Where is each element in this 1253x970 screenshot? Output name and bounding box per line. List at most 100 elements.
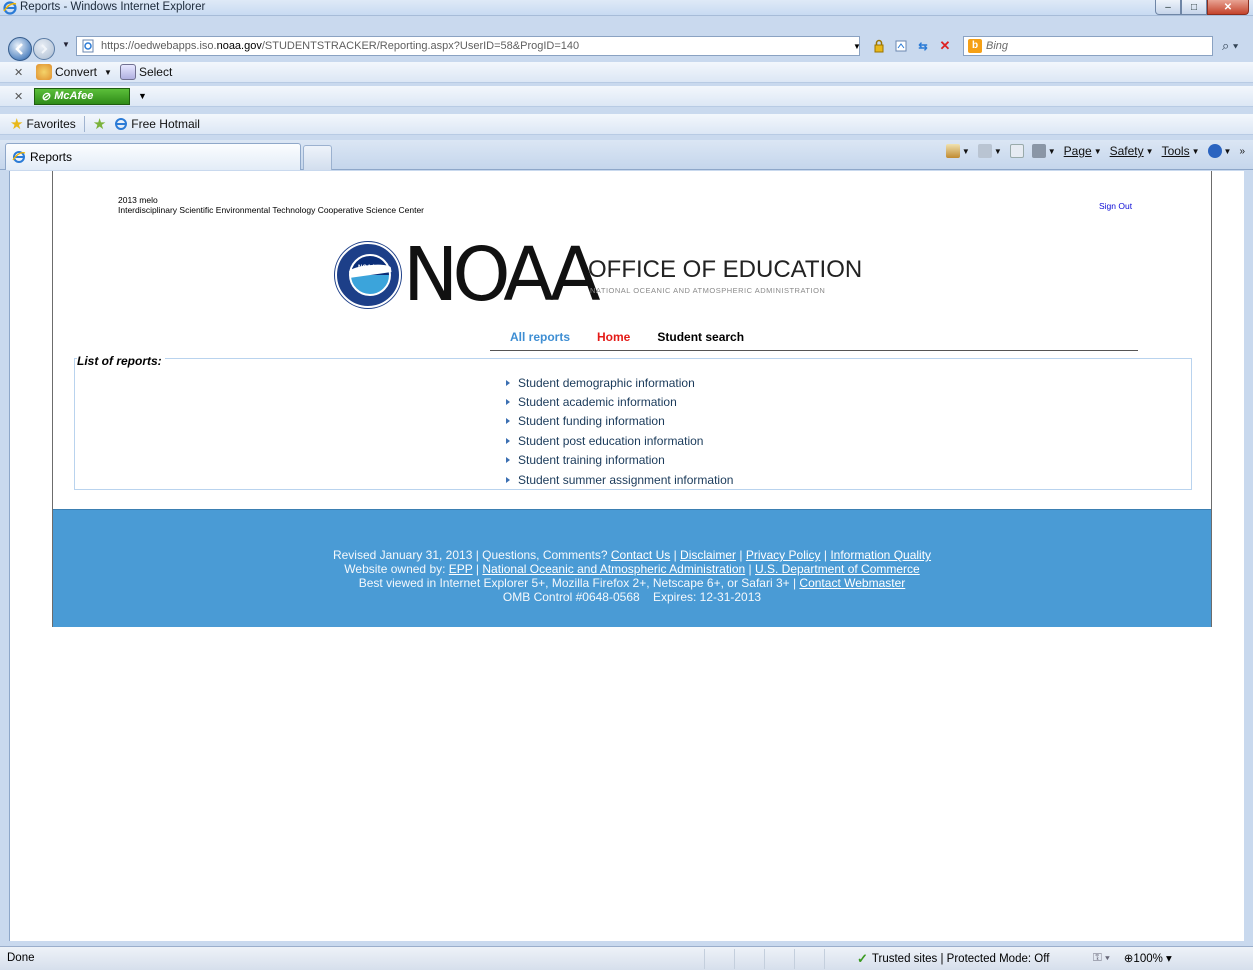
favorites-label: Favorites	[26, 117, 76, 131]
contact-us-link[interactable]: Contact Us	[611, 548, 670, 562]
tab-row: Reports ▼ ▼ ▼ Page ▼ Safety ▼ Tools ▼ ▼ »	[0, 140, 1253, 170]
new-tab-button[interactable]	[303, 145, 332, 170]
reports-fieldset: List of reports: Student demographic inf…	[74, 354, 1192, 490]
mcafee-check-icon: ⊘	[41, 90, 51, 103]
noaa-link[interactable]: National Oceanic and Atmospheric Adminis…	[482, 562, 745, 576]
maximize-button[interactable]: □	[1181, 0, 1207, 15]
report-item-training[interactable]: Student training information	[506, 451, 733, 470]
report-item-academic[interactable]: Student academic information	[506, 392, 733, 411]
ie-logo-icon	[3, 1, 17, 15]
back-button[interactable]	[8, 37, 32, 61]
stop-icon[interactable]: ✕	[936, 37, 954, 55]
information-quality-link[interactable]: Information Quality	[830, 548, 931, 562]
favorites-star-icon: ★	[10, 116, 24, 133]
mail-icon	[1009, 144, 1024, 158]
disclaimer-link[interactable]: Disclaimer	[680, 548, 736, 562]
logo-subtitle: NATIONAL OCEANIC AND ATMOSPHERIC ADMINIS…	[590, 286, 826, 295]
mcafee-label: McAfee	[54, 90, 94, 102]
ie-tab-icon	[12, 151, 26, 163]
tools-menu[interactable]: Tools ▼	[1162, 144, 1200, 158]
tab-reports[interactable]: Reports	[5, 143, 301, 170]
user-name: 2013 melo	[118, 195, 158, 205]
forward-button[interactable]	[33, 38, 55, 60]
status-bar: Done ✓ Trusted sites | Protected Mode: O…	[0, 946, 1253, 970]
select-label: Select	[138, 65, 173, 79]
epp-link[interactable]: EPP	[449, 562, 473, 576]
report-item-demographic[interactable]: Student demographic information	[506, 373, 733, 392]
bullet-arrow-icon	[506, 399, 510, 406]
address-dropdown-icon[interactable]: ▼	[848, 37, 866, 55]
convert-button[interactable]: Convert ▼	[36, 64, 112, 80]
add-favorite-icon: ★	[92, 116, 107, 133]
lock-icon[interactable]	[870, 37, 888, 55]
forward-arrow-icon	[41, 44, 48, 54]
footer-omb: OMB Control #0648-0568 Expires: 12-31-20…	[502, 590, 762, 604]
report-item-funding[interactable]: Student funding information	[506, 412, 733, 431]
safety-menu[interactable]: Safety ▼	[1110, 144, 1154, 158]
address-bar[interactable]: https://oedwebapps.iso.noaa.gov/STUDENTS…	[76, 36, 860, 56]
security-zone[interactable]: ✓ Trusted sites | Protected Mode: Off	[857, 951, 1049, 967]
window-controls: – □ ✕	[1155, 0, 1249, 16]
favorites-button[interactable]: ★ Favorites	[10, 115, 76, 133]
select-button[interactable]: Select	[119, 64, 173, 80]
minimize-button[interactable]: –	[1155, 0, 1181, 15]
add-to-favorites-bar-button[interactable]: ★	[93, 115, 106, 133]
noaa-office-of-education-logo: NOAA NOAA OFFICE OF EDUCATION NATIONAL O…	[335, 232, 895, 318]
search-icon[interactable]: ⌕ ▾	[1222, 38, 1238, 54]
bing-icon: b	[968, 39, 982, 53]
search-box[interactable]: b Bing	[963, 36, 1213, 56]
privacy-policy-link[interactable]: Privacy Policy	[746, 548, 821, 562]
home-button[interactable]: ▼	[945, 144, 970, 158]
toolbar-close-icon[interactable]: ✕	[14, 66, 28, 79]
mcafee-toolbar: ✕ ⊘ McAfee ▼	[0, 86, 1253, 107]
sign-out-link[interactable]: Sign Out	[1099, 201, 1132, 211]
organization-name: Interdisciplinary Scientific Environment…	[118, 205, 424, 215]
adobe-toolbar: ✕ Convert ▼ Select	[0, 62, 1253, 83]
contact-webmaster-link[interactable]: Contact Webmaster	[799, 576, 905, 590]
more-commands-icon[interactable]: »	[1239, 146, 1245, 157]
footer-line-2: Website owned by: EPP | National Oceanic…	[344, 562, 920, 576]
compatibility-view-icon[interactable]	[892, 37, 910, 55]
convert-icon	[36, 64, 52, 80]
page-icon	[82, 39, 94, 53]
reports-heading: List of reports:	[77, 354, 165, 368]
status-panes	[704, 949, 854, 969]
convert-dropdown-icon[interactable]: ▼	[104, 68, 112, 77]
mcafee-button[interactable]: ⊘ McAfee	[34, 87, 130, 105]
nav-student-search[interactable]: Student search	[657, 330, 744, 344]
page-footer: Revised January 31, 2013 | Questions, Co…	[53, 509, 1211, 627]
page-menu[interactable]: Page ▼	[1064, 144, 1102, 158]
recent-pages-dropdown[interactable]: ▼	[62, 40, 70, 49]
address-tools: ▼ ⇆ ✕	[848, 36, 954, 56]
toolbar-close-icon[interactable]: ✕	[14, 90, 28, 103]
bullet-arrow-icon	[506, 379, 510, 386]
free-hotmail-link[interactable]: Free Hotmail	[114, 117, 200, 131]
read-mail-button[interactable]	[1009, 144, 1024, 158]
protected-mode-icon[interactable]: ⚿ ▾	[1093, 952, 1110, 965]
tab-label: Reports	[30, 150, 73, 164]
toolbar-divider	[83, 116, 85, 132]
print-button[interactable]: ▼	[1031, 144, 1056, 158]
report-item-post-education[interactable]: Student post education information	[506, 431, 733, 450]
feeds-button[interactable]: ▼	[977, 144, 1002, 158]
printer-icon	[1031, 144, 1046, 158]
main-nav: All reports Home Student search	[510, 330, 744, 344]
refresh-icon[interactable]: ⇆	[914, 37, 932, 55]
help-button[interactable]: ▼	[1207, 144, 1231, 158]
commerce-link[interactable]: U.S. Department of Commerce	[755, 562, 920, 576]
checkmark-icon: ✓	[857, 951, 868, 966]
zoom-button[interactable]: ⊕100% ▾	[1124, 951, 1172, 965]
footer-line-3: Best viewed in Internet Explorer 5+, Moz…	[358, 576, 906, 590]
close-button[interactable]: ✕	[1207, 0, 1249, 15]
search-placeholder: Bing	[986, 40, 1009, 52]
report-item-summer-assignment[interactable]: Student summer assignment information	[506, 470, 733, 489]
nav-home[interactable]: Home	[597, 330, 630, 344]
zone-label: Trusted sites | Protected Mode: Off	[871, 953, 1050, 965]
mcafee-dropdown-icon[interactable]: ▼	[138, 91, 147, 101]
office-of-education-title: OFFICE OF EDUCATION	[588, 256, 863, 283]
title-bar: Reports - Windows Internet Explorer – □ …	[0, 0, 1253, 16]
nav-all-reports[interactable]: All reports	[510, 330, 570, 344]
user-info: 2013 melo Interdisciplinary Scientific E…	[118, 195, 424, 215]
bullet-arrow-icon	[506, 457, 510, 464]
bullet-arrow-icon	[506, 418, 510, 425]
